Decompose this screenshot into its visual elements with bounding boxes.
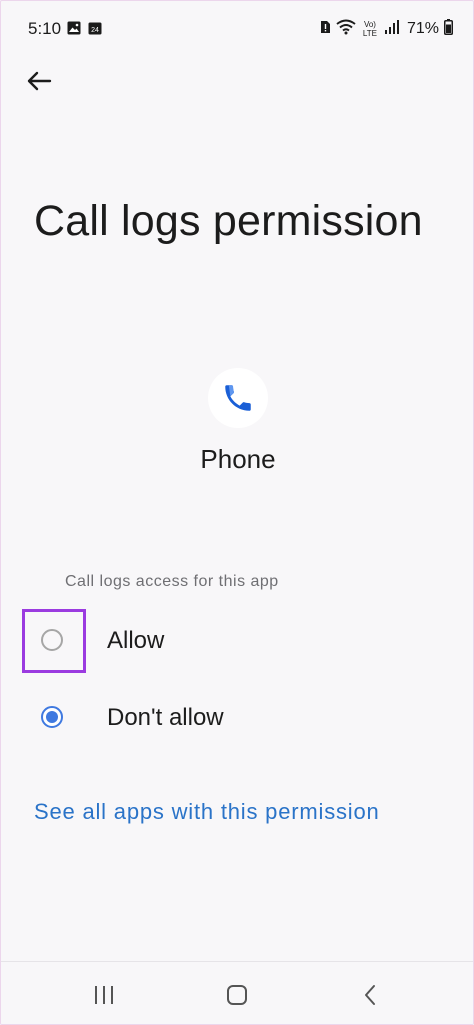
battery-percent: 71% — [406, 20, 439, 37]
back-button[interactable] — [23, 65, 55, 97]
gallery-icon — [67, 21, 81, 35]
dont-allow-label: Don't allow — [107, 704, 224, 731]
allow-radio[interactable] — [41, 629, 63, 651]
calendar-icon: 24 — [88, 21, 102, 35]
dont-allow-radio[interactable] — [41, 706, 63, 728]
app-name: Phone — [200, 444, 276, 474]
navigation-bar — [1, 961, 473, 1024]
home-button[interactable] — [224, 982, 250, 1008]
see-all-apps-link[interactable]: See all apps with this permission — [34, 799, 380, 825]
allow-option[interactable]: Allow — [1, 609, 473, 677]
arrow-left-icon — [27, 71, 52, 91]
section-label: Call logs access for this app — [65, 573, 279, 590]
app-icon — [208, 368, 268, 428]
allow-label: Allow — [107, 627, 165, 654]
status-right-group: Vo) LTE 71% — [320, 18, 453, 40]
screen: 5:10 24 Vo) LTE 71% Call logs permission… — [0, 0, 474, 1025]
nav-back-button[interactable] — [357, 982, 383, 1008]
wifi-icon — [336, 19, 356, 39]
signal-icon — [384, 19, 400, 39]
phone-icon — [225, 385, 251, 411]
sim-alert-icon — [320, 20, 331, 38]
home-icon — [227, 985, 247, 1005]
calendar-date: 24 — [91, 27, 99, 34]
status-time: 5:10 — [28, 19, 62, 38]
recent-apps-icon — [95, 986, 113, 1004]
chevron-left-icon — [365, 985, 375, 1005]
page-title: Call logs permission — [34, 197, 423, 245]
status-bar: 5:10 24 Vo) LTE 71% — [1, 1, 473, 59]
dont-allow-option[interactable]: Don't allow — [1, 686, 473, 754]
volte-label: Vo) LTE — [362, 20, 377, 38]
battery-icon — [444, 19, 453, 39]
recent-apps-button[interactable] — [91, 982, 117, 1008]
